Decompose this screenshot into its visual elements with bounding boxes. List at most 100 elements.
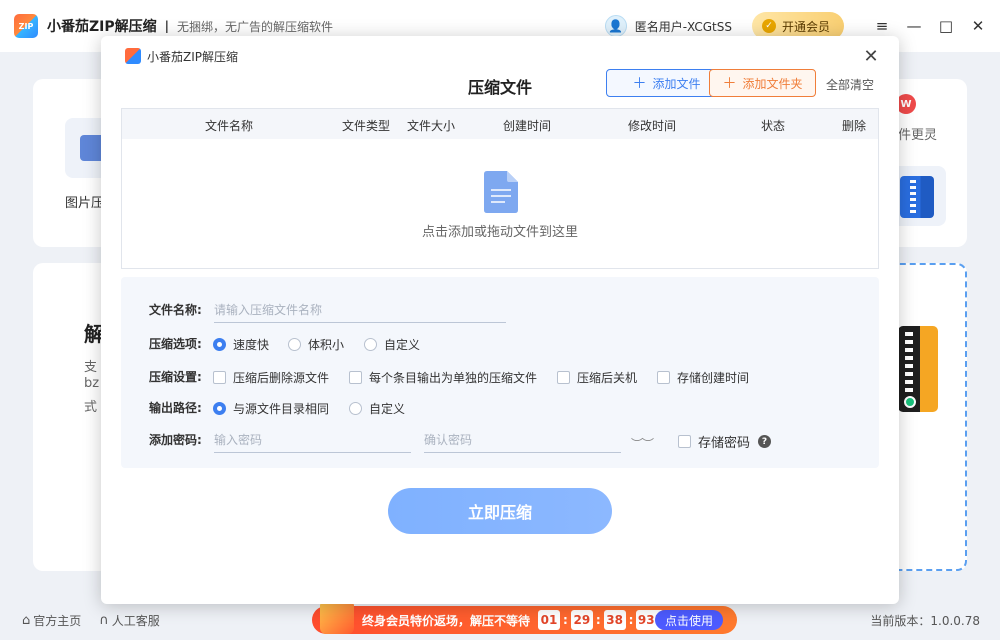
add-folder-label: 添加文件夹 bbox=[742, 76, 803, 91]
dialog-app-name: 小番茄ZIP解压缩 bbox=[147, 49, 238, 64]
output-custom[interactable]: 自定义 bbox=[349, 400, 405, 417]
column-created-time: 创建时间 bbox=[503, 119, 552, 133]
compress-setting-label: 压缩设置: bbox=[149, 369, 202, 384]
password-row: 添加密码: bbox=[149, 429, 213, 449]
maximize-button[interactable]: □ bbox=[932, 12, 960, 40]
compress-setting-row: 压缩设置: bbox=[149, 366, 213, 386]
setting-shutdown-label: 压缩后关机 bbox=[577, 371, 638, 385]
output-path-row: 输出路径: bbox=[149, 397, 213, 417]
help-icon[interactable]: ? bbox=[758, 435, 772, 448]
checkbox-separate-archives[interactable] bbox=[349, 371, 362, 384]
countdown-seconds: 38 bbox=[603, 610, 626, 630]
output-custom-label: 自定义 bbox=[369, 402, 406, 416]
setting-separate-archives-label: 每个条目输出为单独的压缩文件 bbox=[369, 371, 538, 385]
setting-store-created[interactable]: 存储创建时间 bbox=[657, 369, 749, 386]
column-file-type: 文件类型 bbox=[342, 119, 391, 133]
compress-option-row: 压缩选项: bbox=[149, 333, 213, 353]
minimize-button[interactable]: — bbox=[900, 12, 928, 40]
option-small[interactable]: 体积小 bbox=[288, 336, 344, 353]
filename-row: 文件名称: bbox=[149, 299, 213, 319]
option-small-label: 体积小 bbox=[308, 338, 345, 352]
radio-small[interactable] bbox=[288, 338, 301, 351]
file-drop-area[interactable]: 点击添加或拖动文件到这里 bbox=[122, 139, 878, 269]
column-file-size: 文件大小 bbox=[407, 119, 456, 133]
user-avatar-icon[interactable]: 👤 bbox=[604, 15, 627, 37]
option-custom-label: 自定义 bbox=[384, 338, 421, 352]
document-icon bbox=[484, 171, 518, 213]
customer-service-label: 人工客服 bbox=[111, 613, 160, 628]
settings-panel: 文件名称: 请输入压缩文件名称 压缩选项: 速度快 体积小 自定义 压缩设置: … bbox=[121, 277, 879, 468]
output-same-dir[interactable]: 与源文件目录相同 bbox=[213, 400, 329, 417]
column-modified-time: 修改时间 bbox=[628, 119, 677, 133]
new-badge: W bbox=[896, 94, 916, 114]
setting-store-created-label: 存储创建时间 bbox=[677, 371, 750, 385]
background-line-2: bz bbox=[84, 376, 100, 391]
password-input[interactable]: 输入密码 bbox=[214, 431, 411, 453]
radio-fast[interactable] bbox=[213, 338, 226, 351]
promo-banner[interactable]: 终身会员特价返场，解压不等待 01:29:38:935 点击使用 bbox=[312, 600, 737, 634]
zip-file-icon bbox=[900, 176, 934, 218]
radio-custom[interactable] bbox=[364, 338, 377, 351]
image-compress-label: 图片压 bbox=[65, 196, 105, 211]
option-fast[interactable]: 速度快 bbox=[213, 336, 269, 353]
setting-separate-archives[interactable]: 每个条目输出为单独的压缩文件 bbox=[349, 369, 537, 386]
setting-delete-source-label: 压缩后删除源文件 bbox=[233, 371, 330, 385]
app-logo-icon: ZIP bbox=[14, 14, 38, 38]
empty-hint: 点击添加或拖动文件到这里 bbox=[421, 225, 578, 240]
customer-service-link[interactable]: ∩ 人工客服 bbox=[99, 612, 160, 629]
setting-shutdown[interactable]: 压缩后关机 bbox=[557, 369, 637, 386]
radio-same-dir[interactable] bbox=[213, 402, 226, 415]
add-folder-button[interactable]: ＋ 添加文件夹 bbox=[709, 69, 816, 97]
plus-icon: ＋ bbox=[632, 76, 647, 92]
checkbox-shutdown[interactable] bbox=[557, 371, 570, 384]
compress-now-button[interactable]: 立即压缩 bbox=[388, 488, 612, 534]
official-home-link[interactable]: ⌂ 官方主页 bbox=[22, 612, 81, 629]
countdown-minutes: 29 bbox=[570, 610, 593, 630]
filename-input[interactable]: 请输入压缩文件名称 bbox=[214, 301, 506, 323]
plus-icon: ＋ bbox=[722, 76, 737, 92]
dialog-logo-icon bbox=[125, 48, 141, 64]
close-window-button[interactable]: ✕ bbox=[964, 12, 992, 40]
file-table: 文件名称 文件类型 文件大小 创建时间 修改时间 状态 删除 点击添加或拖动文件… bbox=[121, 108, 879, 269]
headset-icon: ∩ bbox=[99, 612, 109, 628]
checkbox-save-password[interactable] bbox=[678, 435, 691, 448]
column-delete: 删除 bbox=[842, 119, 867, 133]
confirm-password-input[interactable]: 确认密码 bbox=[424, 431, 621, 453]
gift-icon bbox=[320, 600, 354, 634]
open-vip-label: 开通会员 bbox=[781, 19, 830, 34]
eye-closed-icon[interactable]: ︶︶ bbox=[631, 435, 654, 452]
background-line-3: 式 bbox=[84, 400, 98, 415]
file-table-header: 文件名称 文件类型 文件大小 创建时间 修改时间 状态 删除 bbox=[122, 109, 878, 139]
filename-label: 文件名称: bbox=[149, 302, 202, 317]
save-password-label: 存储密码 bbox=[698, 436, 751, 451]
add-file-label: 添加文件 bbox=[652, 76, 701, 91]
save-password-option[interactable]: 存储密码 ? bbox=[678, 432, 772, 451]
app-title: 小番茄ZIP解压缩 bbox=[47, 19, 157, 35]
zip-archive-icon bbox=[898, 326, 938, 412]
promo-use-button[interactable]: 点击使用 bbox=[654, 610, 723, 630]
compress-dialog: 小番茄ZIP解压缩 ✕ 压缩文件 ＋ 添加文件 ＋ 添加文件夹 全部清空 文件名… bbox=[101, 36, 899, 604]
clear-all-button[interactable]: 全部清空 bbox=[826, 76, 874, 93]
app-slogan: 无捆绑，无广告的解压缩软件 bbox=[177, 19, 334, 34]
setting-delete-source[interactable]: 压缩后删除源文件 bbox=[213, 369, 329, 386]
compress-option-label: 压缩选项: bbox=[149, 336, 202, 351]
background-right-text: 件更灵 bbox=[898, 128, 938, 143]
title-separator: | bbox=[164, 19, 170, 33]
home-icon: ⌂ bbox=[22, 612, 31, 628]
option-custom[interactable]: 自定义 bbox=[364, 336, 420, 353]
checkbox-store-created[interactable] bbox=[657, 371, 670, 384]
official-home-label: 官方主页 bbox=[33, 613, 82, 628]
column-file-name: 文件名称 bbox=[205, 119, 254, 133]
option-fast-label: 速度快 bbox=[233, 338, 270, 352]
version-label: 当前版本：1.0.0.78 bbox=[870, 613, 980, 628]
password-label: 添加密码: bbox=[149, 432, 202, 447]
countdown-hours: 01 bbox=[538, 610, 561, 630]
user-name[interactable]: 匿名用户-XCGtSS bbox=[635, 18, 732, 35]
output-same-dir-label: 与源文件目录相同 bbox=[233, 402, 330, 416]
dialog-close-button[interactable]: ✕ bbox=[861, 46, 881, 67]
checkbox-delete-source[interactable] bbox=[213, 371, 226, 384]
column-status: 状态 bbox=[761, 119, 786, 133]
radio-output-custom[interactable] bbox=[349, 402, 362, 415]
output-path-label: 输出路径: bbox=[149, 400, 202, 415]
vip-crown-icon: ✓ bbox=[761, 19, 776, 33]
